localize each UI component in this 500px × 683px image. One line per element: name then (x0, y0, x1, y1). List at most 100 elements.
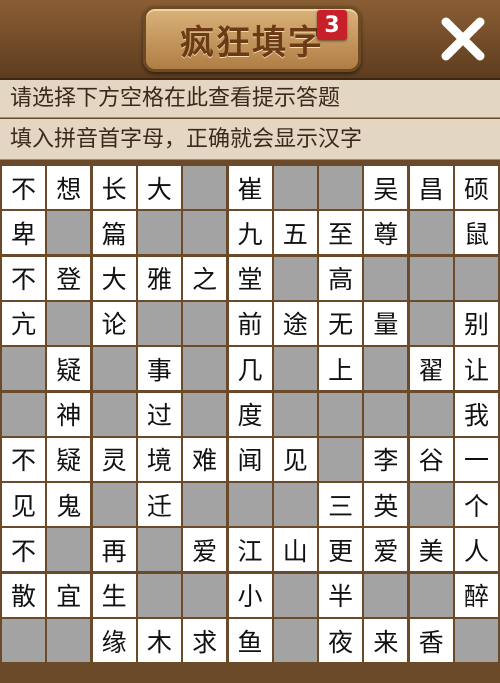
grid-cell[interactable]: 前 (228, 301, 272, 345)
grid-cell-blocked (273, 392, 317, 436)
grid-cell-blocked (137, 528, 181, 572)
grid-cell[interactable]: 让 (455, 347, 498, 391)
grid-cell[interactable]: 昌 (409, 166, 453, 209)
grid-cell[interactable]: 不 (2, 166, 45, 209)
grid-cell[interactable]: 人 (455, 528, 498, 572)
grid-cell-blocked (409, 392, 453, 436)
grid-cell[interactable]: 宜 (47, 573, 91, 617)
grid-cell-blocked (409, 573, 453, 617)
grid-cell[interactable]: 见 (273, 437, 317, 481)
grid-cell-blocked (409, 256, 453, 300)
grid-cell-blocked (137, 301, 181, 345)
grid-cell-blocked (319, 392, 363, 436)
grid-cell-blocked (364, 392, 408, 436)
grid-cell[interactable]: 鼠 (455, 211, 498, 255)
grid-cell[interactable]: 鬼 (47, 483, 91, 527)
grid-cell[interactable]: 过 (137, 392, 181, 436)
grid-cell[interactable]: 至 (319, 211, 363, 255)
grid-cell[interactable]: 英 (364, 483, 408, 527)
grid-cell[interactable]: 再 (92, 528, 136, 572)
grid-cell[interactable]: 鱼 (228, 619, 272, 662)
grid-cell[interactable]: 想 (47, 166, 91, 209)
grid-cell-blocked (183, 483, 227, 527)
grid-cell[interactable]: 生 (92, 573, 136, 617)
grid-cell-blocked (47, 619, 91, 662)
grid-cell-blocked (183, 573, 227, 617)
grid-cell[interactable]: 九 (228, 211, 272, 255)
grid-cell-blocked (137, 573, 181, 617)
grid-cell[interactable]: 上 (319, 347, 363, 391)
grid-cell[interactable]: 事 (137, 347, 181, 391)
grid-cell[interactable]: 堂 (228, 256, 272, 300)
grid-cell[interactable]: 半 (319, 573, 363, 617)
grid-cell[interactable]: 疑 (47, 437, 91, 481)
grid-cell[interactable]: 境 (137, 437, 181, 481)
grid-cell[interactable]: 尊 (364, 211, 408, 255)
grid-cell[interactable]: 翟 (409, 347, 453, 391)
grid-cell[interactable]: 长 (92, 166, 136, 209)
grid-cell[interactable]: 个 (455, 483, 498, 527)
grid-cell[interactable]: 无 (319, 301, 363, 345)
grid-cell[interactable]: 神 (47, 392, 91, 436)
grid-cell-blocked (183, 392, 227, 436)
grid-cell-blocked (92, 392, 136, 436)
grid-cell[interactable]: 夜 (319, 619, 363, 662)
grid-cell[interactable]: 高 (319, 256, 363, 300)
grid-cell[interactable]: 大 (137, 166, 181, 209)
grid-cell[interactable]: 求 (183, 619, 227, 662)
grid-cell[interactable]: 山 (273, 528, 317, 572)
grid-cell[interactable]: 谷 (409, 437, 453, 481)
grid-cell[interactable]: 别 (455, 301, 498, 345)
grid-cell[interactable]: 爱 (364, 528, 408, 572)
grid-cell[interactable]: 李 (364, 437, 408, 481)
grid-cell[interactable]: 难 (183, 437, 227, 481)
grid-cell[interactable]: 缘 (92, 619, 136, 662)
grid-cell[interactable]: 木 (137, 619, 181, 662)
grid-cell[interactable]: 香 (409, 619, 453, 662)
grid-cell[interactable]: 五 (273, 211, 317, 255)
grid-cell[interactable]: 度 (228, 392, 272, 436)
grid-cell[interactable]: 吴 (364, 166, 408, 209)
grid-cell-blocked (273, 619, 317, 662)
grid-cell[interactable]: 迁 (137, 483, 181, 527)
grid-cell[interactable]: 亢 (2, 301, 45, 345)
grid-cell[interactable]: 见 (2, 483, 45, 527)
grid-cell[interactable]: 雅 (137, 256, 181, 300)
grid-cell[interactable]: 美 (409, 528, 453, 572)
grid-cell[interactable]: 不 (2, 256, 45, 300)
grid-cell[interactable]: 来 (364, 619, 408, 662)
close-button[interactable] (436, 12, 490, 66)
grid-cell[interactable]: 几 (228, 347, 272, 391)
grid-cell[interactable]: 江 (228, 528, 272, 572)
grid-cell[interactable]: 醉 (455, 573, 498, 617)
grid-cell[interactable]: 硕 (455, 166, 498, 209)
grid-cell[interactable]: 闻 (228, 437, 272, 481)
grid-cell[interactable]: 卑 (2, 211, 45, 255)
grid-cell[interactable]: 崔 (228, 166, 272, 209)
grid-cell[interactable]: 登 (47, 256, 91, 300)
grid-cell[interactable]: 我 (455, 392, 498, 436)
grid-cell-blocked (47, 301, 91, 345)
grid-cell-blocked (364, 347, 408, 391)
grid-cell[interactable]: 论 (92, 301, 136, 345)
grid-cell-blocked (137, 211, 181, 255)
grid-cell[interactable]: 不 (2, 437, 45, 481)
grid-cell[interactable]: 爱 (183, 528, 227, 572)
grid-cell[interactable]: 篇 (92, 211, 136, 255)
grid-cell[interactable]: 量 (364, 301, 408, 345)
grid-cell-blocked (183, 166, 227, 209)
grid-cell[interactable]: 小 (228, 573, 272, 617)
grid-cell[interactable]: 灵 (92, 437, 136, 481)
grid-cell[interactable]: 途 (273, 301, 317, 345)
hint-line-1[interactable]: 请选择下方空格在此查看提示答题 (0, 80, 500, 118)
grid-cell[interactable]: 大 (92, 256, 136, 300)
grid-cell[interactable]: 三 (319, 483, 363, 527)
grid-cell[interactable]: 不 (2, 528, 45, 572)
grid-cell[interactable]: 之 (183, 256, 227, 300)
grid-cell[interactable]: 散 (2, 573, 45, 617)
grid-cell[interactable]: 一 (455, 437, 498, 481)
grid-cell[interactable]: 疑 (47, 347, 91, 391)
grid-cell[interactable]: 更 (319, 528, 363, 572)
grid-cell-blocked (92, 483, 136, 527)
grid-cell-blocked (2, 347, 45, 391)
